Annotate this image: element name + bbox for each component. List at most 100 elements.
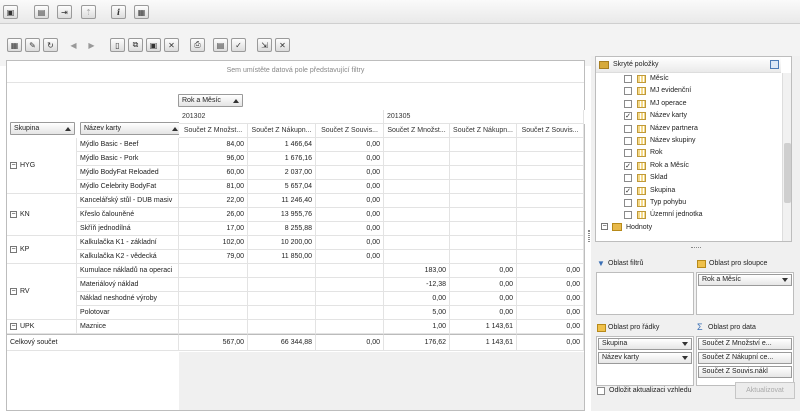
data-area-item[interactable]: Součet Z Nákupní ce...: [698, 352, 792, 364]
collapse-icon[interactable]: −: [10, 287, 17, 295]
measure-header[interactable]: Součet Z Nákupn...: [248, 124, 316, 138]
data-area[interactable]: Součet Z Množství e... Součet Z Nákupní …: [696, 336, 794, 386]
group-cell: − UPK: [7, 320, 77, 334]
refresh-table-icon[interactable]: ↻: [43, 38, 58, 52]
field-label[interactable]: MJ evidenční: [650, 85, 691, 97]
collapse-icon[interactable]: −: [10, 161, 17, 169]
field-checkbox[interactable]: [624, 211, 632, 220]
field-grid-icon: [637, 75, 646, 83]
collapse-icon[interactable]: −: [601, 222, 608, 230]
field-label[interactable]: Název skupiny: [650, 135, 696, 147]
row-item-label: Křeslo čalouněné: [77, 208, 179, 222]
total-value-cell: 1 143,61: [450, 334, 517, 351]
field-label[interactable]: MJ operace: [650, 98, 687, 110]
rows-area-item[interactable]: Skupina: [598, 338, 692, 350]
field-checkbox[interactable]: [624, 124, 632, 133]
grid-icon[interactable]: ▤: [213, 38, 228, 52]
row-item-label: Mýdlo Basic - Beef: [77, 138, 179, 152]
measure-header[interactable]: Součet Z Souvis...: [517, 124, 584, 138]
defer-update-checkbox[interactable]: [597, 387, 605, 395]
value-cell: 13 955,76: [248, 208, 316, 222]
window-icon[interactable]: ▤: [34, 5, 49, 19]
value-cell: [517, 250, 584, 264]
field-checkbox[interactable]: ✓: [624, 161, 632, 170]
field-label[interactable]: Sklad: [650, 172, 668, 184]
field-checkbox[interactable]: ✓: [624, 112, 632, 121]
field-label[interactable]: Skupina: [650, 185, 675, 197]
table-icon[interactable]: ▦: [7, 38, 22, 52]
update-button[interactable]: Aktualizovat: [735, 382, 795, 399]
value-cell: 1 143,61: [450, 320, 517, 334]
value-cell: [248, 320, 316, 334]
measure-header[interactable]: Součet Z Množst...: [384, 124, 450, 138]
scrollbar-thumb[interactable]: [784, 143, 791, 203]
rows-area[interactable]: Skupina Název karty: [596, 336, 694, 386]
columns-area[interactable]: Rok a Měsíc: [696, 272, 794, 315]
copy-icon[interactable]: ⧉: [128, 38, 143, 52]
value-cell: [384, 250, 450, 264]
info-icon[interactable]: i: [111, 5, 126, 19]
calculator-icon[interactable]: ▦: [134, 5, 149, 19]
field-grid-icon: [637, 174, 646, 183]
field-label[interactable]: Název partnera: [650, 123, 698, 135]
panel-splitter[interactable]: [691, 247, 701, 249]
edit-table-icon[interactable]: ✎: [25, 38, 40, 52]
defer-update-label: Odložit aktualizaci vzhledu: [609, 387, 692, 394]
forward-arrow-icon[interactable]: ▶: [84, 38, 99, 52]
value-cell: 0,00: [316, 152, 384, 166]
layout-menu-icon[interactable]: [770, 60, 779, 69]
field-checkbox[interactable]: [624, 137, 632, 145]
field-list-scrollbar[interactable]: [782, 73, 791, 241]
value-cell: [517, 236, 584, 250]
measure-header[interactable]: Součet Z Nákupn...: [450, 124, 517, 138]
save-icon[interactable]: ▣: [146, 38, 161, 52]
delete-icon[interactable]: ✕: [164, 38, 179, 52]
field-label[interactable]: Typ pohybu: [650, 197, 686, 209]
collapse-icon[interactable]: −: [10, 210, 17, 218]
value-cell: 0,00: [316, 138, 384, 152]
rows-area-item[interactable]: Název karty: [598, 352, 692, 364]
export-icon[interactable]: ⇲: [257, 38, 272, 52]
data-area-item[interactable]: Součet Z Souvis.nákl: [698, 366, 792, 378]
field-checkbox[interactable]: [624, 99, 632, 108]
field-label[interactable]: Název karty: [650, 110, 687, 122]
field-list-header: Skryté položky: [596, 57, 781, 73]
value-cell: 0,00: [316, 180, 384, 194]
filter-area[interactable]: [596, 272, 694, 315]
chart-icon[interactable]: ✓: [231, 38, 246, 52]
columns-area-item[interactable]: Rok a Měsíc: [698, 274, 792, 286]
field-checkbox[interactable]: [624, 149, 632, 158]
field-checkbox[interactable]: [624, 87, 632, 96]
field-label[interactable]: Rok: [650, 147, 662, 159]
field-label[interactable]: Rok a Měsíc: [650, 160, 689, 172]
collapse-icon[interactable]: −: [10, 245, 17, 253]
value-cell: 0,00: [450, 306, 517, 320]
save-icon[interactable]: ▣: [3, 5, 18, 19]
field-checkbox[interactable]: [624, 199, 632, 207]
group-label: UPK: [20, 323, 35, 330]
export-icon[interactable]: ⇡: [81, 5, 96, 19]
value-cell: [248, 264, 316, 278]
field-checkbox[interactable]: [624, 75, 632, 83]
data-area-item[interactable]: Součet Z Množství e...: [698, 338, 792, 350]
group-cell: − HYG: [7, 138, 77, 194]
collapse-icon[interactable]: −: [10, 322, 17, 330]
field-checkbox[interactable]: [624, 174, 632, 183]
new-document-icon[interactable]: ▯: [110, 38, 125, 52]
value-cell: [450, 180, 517, 194]
back-arrow-icon[interactable]: ◀: [66, 38, 81, 52]
field-label[interactable]: Měsíc: [650, 73, 669, 85]
close-icon[interactable]: ✕: [275, 38, 290, 52]
measure-header[interactable]: Součet Z Souvis...: [316, 124, 384, 138]
print-icon[interactable]: ⎙: [190, 38, 205, 52]
measure-header[interactable]: Součet Z Množst...: [179, 124, 248, 138]
splitter-handle[interactable]: [588, 230, 590, 242]
import-icon[interactable]: ⇥: [57, 5, 72, 19]
value-cell: 0,00: [517, 278, 584, 292]
value-cell: [384, 208, 450, 222]
value-cell: [450, 166, 517, 180]
row-item-label: Kalkulačka K2 - vědecká: [77, 250, 179, 264]
value-cell: 0,00: [450, 264, 517, 278]
field-label[interactable]: Územní jednotka: [650, 209, 703, 221]
field-checkbox[interactable]: ✓: [624, 186, 632, 195]
